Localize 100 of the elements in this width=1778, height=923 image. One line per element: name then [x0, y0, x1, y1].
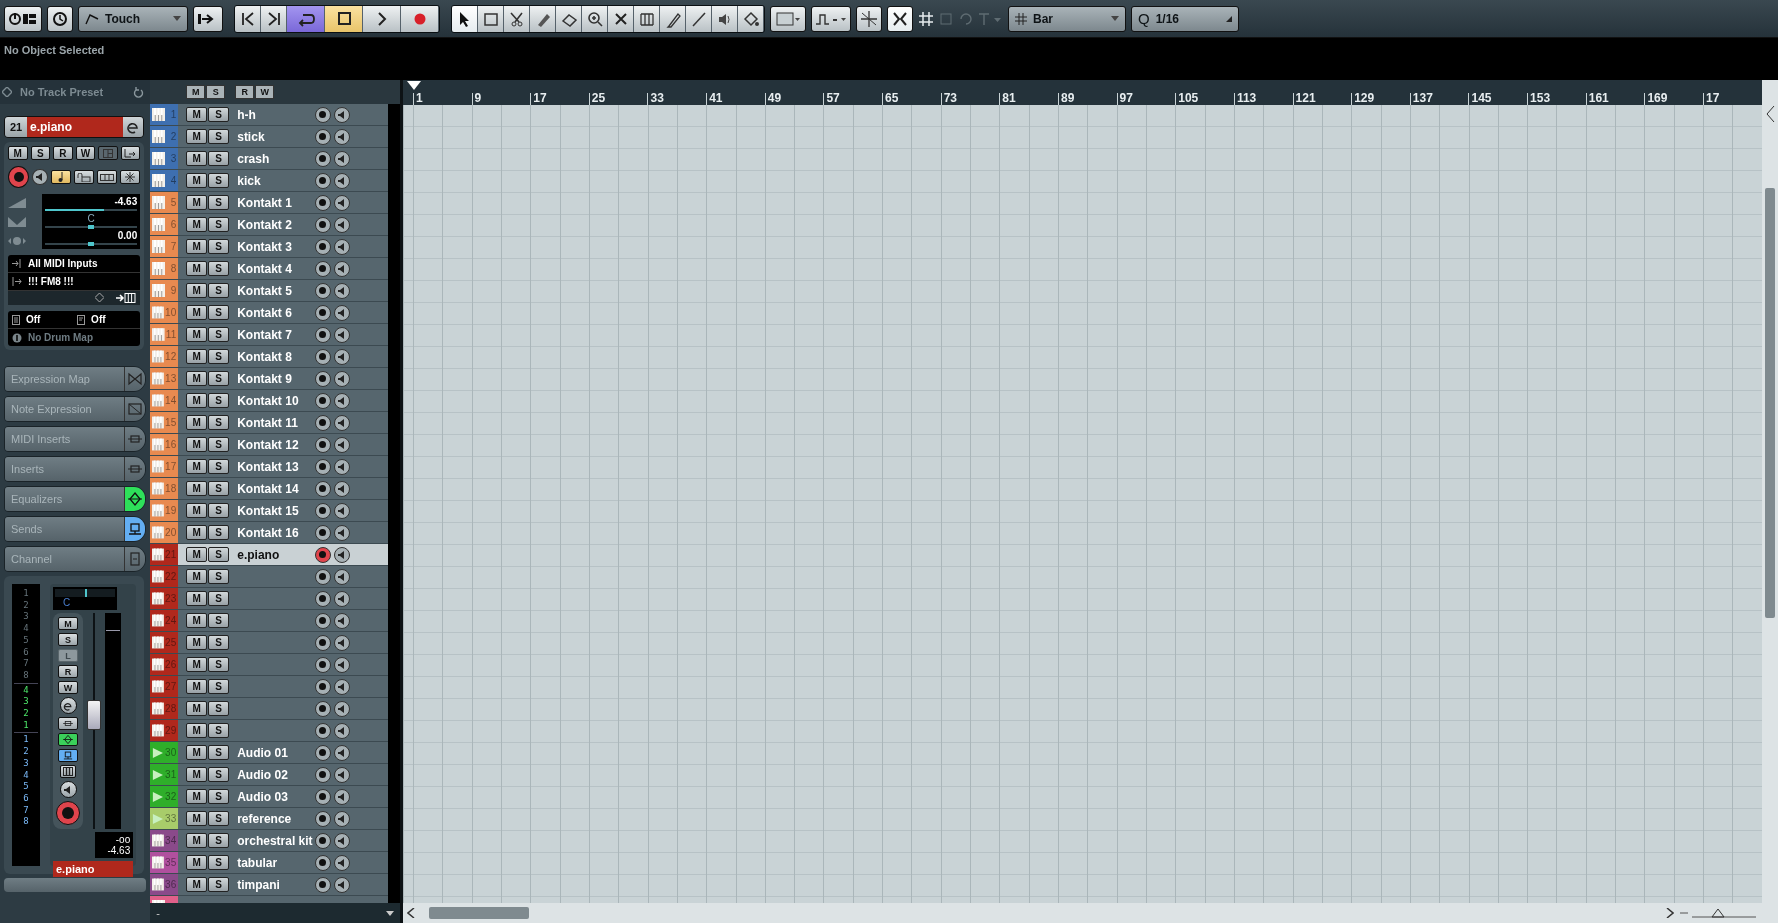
ruler[interactable]: 1 9 17 25 33 41 49 57 65 73 81 89 97 105 113 121 129 137 145 153 161 169 17: [402, 80, 1762, 105]
track-row[interactable]: 36 M S timpani: [150, 874, 388, 896]
channel-m-button[interactable]: M: [58, 617, 78, 630]
track-name[interactable]: Kontakt 9: [237, 371, 292, 386]
track-name[interactable]: Kontakt 15: [237, 503, 299, 518]
mute-button[interactable]: M: [186, 305, 208, 320]
track-row[interactable]: 14 M S Kontakt 10: [150, 390, 388, 412]
track-row[interactable]: 25 M S: [150, 632, 388, 654]
solo-button[interactable]: S: [208, 371, 230, 386]
mute-button[interactable]: M: [186, 877, 208, 892]
mute-button[interactable]: M: [186, 437, 208, 452]
solo-button[interactable]: S: [208, 327, 230, 342]
track-name[interactable]: Kontakt 12: [237, 437, 299, 452]
solo-button[interactable]: S: [208, 239, 230, 254]
solo-button[interactable]: S: [208, 679, 230, 694]
solo-button[interactable]: S: [208, 283, 230, 298]
solo-button[interactable]: S: [208, 789, 230, 804]
solo-button[interactable]: S: [208, 217, 230, 232]
track-name[interactable]: h-h: [237, 107, 256, 122]
mute-button[interactable]: M: [186, 151, 208, 166]
mute-button[interactable]: M: [186, 415, 208, 430]
solo-button[interactable]: S: [208, 591, 230, 606]
mute-button[interactable]: M: [186, 459, 208, 474]
track-name[interactable]: reference: [237, 811, 292, 826]
solo-button[interactable]: S: [208, 745, 230, 760]
mute-button[interactable]: M: [186, 855, 208, 870]
mute-button[interactable]: M: [186, 261, 208, 276]
track-row[interactable]: 33 M S reference: [150, 808, 388, 830]
track-name[interactable]: Kontakt 16: [237, 525, 299, 540]
mute-button[interactable]: M: [186, 569, 208, 584]
mute-button[interactable]: M: [186, 107, 208, 122]
track-row[interactable]: 35 M S tabular: [150, 852, 388, 874]
track-row[interactable]: 31 M S Audio 02: [150, 764, 388, 786]
midi-input-field[interactable]: All MIDI Inputs: [28, 258, 98, 269]
mute-button[interactable]: M: [186, 525, 208, 540]
track-row[interactable]: 20 M S Kontakt 16: [150, 522, 388, 544]
track-row[interactable]: 22 M S: [150, 566, 388, 588]
track-name[interactable]: Kontakt 7: [237, 327, 292, 342]
mute-button[interactable]: M: [186, 349, 208, 364]
mute-button[interactable]: M: [186, 217, 208, 232]
track-row[interactable]: 23 M S: [150, 588, 388, 610]
mute-button[interactable]: M: [186, 371, 208, 386]
mute-button[interactable]: M: [186, 481, 208, 496]
solo-button[interactable]: S: [208, 151, 230, 166]
mute-button[interactable]: M: [186, 657, 208, 672]
track-row[interactable]: 12 M S Kontakt 8: [150, 346, 388, 368]
track-row[interactable]: 15 M S Kontakt 11: [150, 412, 388, 434]
track-name[interactable]: Kontakt 11: [237, 415, 298, 430]
mute-button[interactable]: M: [186, 591, 208, 606]
track-row[interactable]: 16 M S Kontakt 12: [150, 434, 388, 456]
track-row[interactable]: 28 M S: [150, 698, 388, 720]
solo-button[interactable]: S: [208, 635, 230, 650]
mute-button[interactable]: M: [186, 679, 208, 694]
track-row[interactable]: 4 M S kick: [150, 170, 388, 192]
track-row[interactable]: 11 M S Kontakt 7: [150, 324, 388, 346]
track-name[interactable]: Audio 02: [237, 767, 288, 782]
solo-button[interactable]: S: [208, 525, 230, 540]
track-row[interactable]: 2 M S stick: [150, 126, 388, 148]
track-name[interactable]: Kontakt 2: [237, 217, 292, 232]
track-name[interactable]: Audio 01: [237, 745, 288, 760]
track-row[interactable]: 10 M S Kontakt 6: [150, 302, 388, 324]
solo-button[interactable]: S: [208, 481, 230, 496]
drum-map-field[interactable]: No Drum Map: [28, 332, 93, 343]
solo-button[interactable]: S: [208, 107, 230, 122]
solo-button[interactable]: S: [208, 349, 230, 364]
channel-w-button[interactable]: W: [58, 681, 78, 694]
solo-button[interactable]: S: [208, 855, 230, 870]
track-name[interactable]: Kontakt 8: [237, 349, 292, 364]
track-row[interactable]: 9 M S Kontakt 5: [150, 280, 388, 302]
track-row[interactable]: 5 M S Kontakt 1: [150, 192, 388, 214]
track-row[interactable]: 8 M S Kontakt 4: [150, 258, 388, 280]
track-name[interactable]: Kontakt 13: [237, 459, 299, 474]
track-name[interactable]: timpani: [237, 877, 280, 892]
track-name[interactable]: Kontakt 5: [237, 283, 292, 298]
solo-button[interactable]: S: [208, 569, 230, 584]
track-row[interactable]: 24 M S: [150, 610, 388, 632]
program-field[interactable]: Off: [91, 314, 137, 325]
track-row[interactable]: 30 M S Audio 01: [150, 742, 388, 764]
pan-control[interactable]: C: [53, 587, 117, 610]
mute-button[interactable]: M: [186, 195, 208, 210]
grid-type-dropdown[interactable]: Bar: [1008, 5, 1126, 32]
track-name[interactable]: Kontakt 1: [237, 195, 292, 210]
track-s-button[interactable]: S: [30, 146, 51, 160]
track-row[interactable]: 1 M S h-h: [150, 104, 388, 126]
solo-button[interactable]: S: [208, 261, 230, 276]
solo-button[interactable]: S: [208, 657, 230, 672]
mute-button[interactable]: M: [186, 789, 208, 804]
track-name[interactable]: Kontakt 4: [237, 261, 292, 276]
track-name[interactable]: Kontakt 6: [237, 305, 292, 320]
track-row[interactable]: 13 M S Kontakt 9: [150, 368, 388, 390]
track-row[interactable]: 19 M S Kontakt 15: [150, 500, 388, 522]
solo-button[interactable]: S: [208, 811, 230, 826]
mute-button[interactable]: M: [186, 767, 208, 782]
mute-button[interactable]: M: [186, 833, 208, 848]
mute-button[interactable]: M: [186, 503, 208, 518]
mute-button[interactable]: M: [186, 547, 208, 562]
track-row[interactable]: 6 M S Kontakt 2: [150, 214, 388, 236]
track-name[interactable]: Audio 03: [237, 789, 288, 804]
track-row[interactable]: 29 M S: [150, 720, 388, 742]
solo-button[interactable]: S: [208, 723, 230, 738]
